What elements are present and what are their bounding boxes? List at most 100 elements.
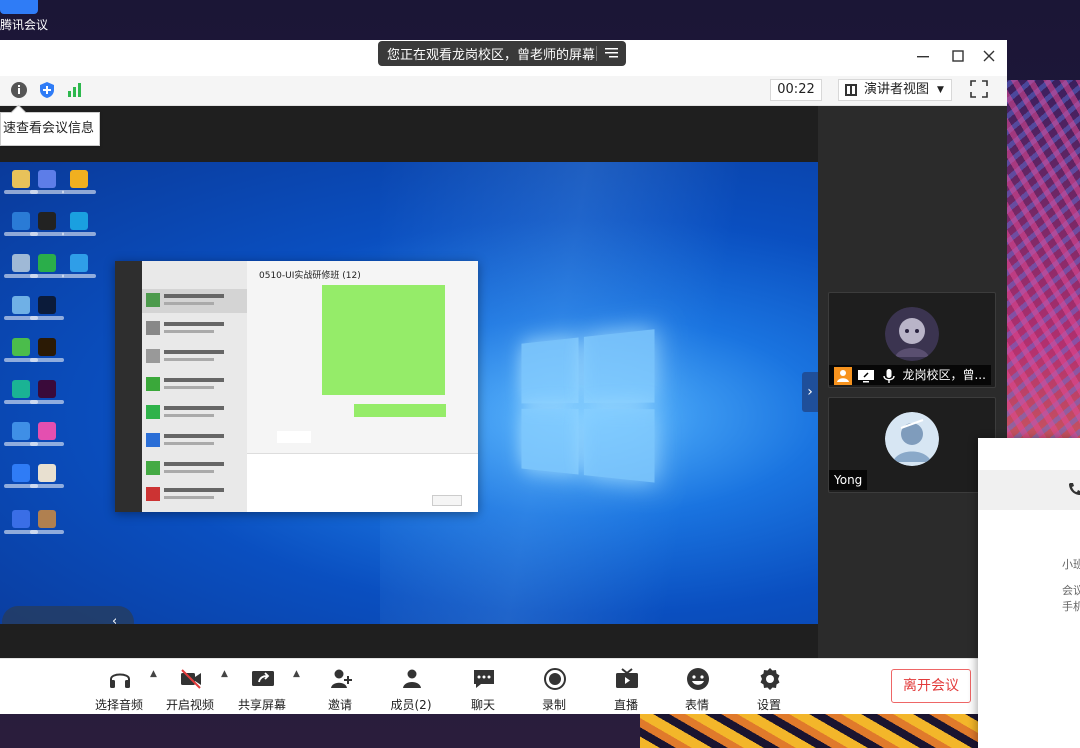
participant-name-bar: 龙岗校区，曾...	[829, 365, 991, 385]
popup-header	[978, 470, 1080, 510]
members-button[interactable]: 成员(2)	[380, 665, 442, 712]
record-button[interactable]: 录制	[523, 665, 585, 712]
collapse-panel-button[interactable]: ›	[802, 372, 818, 412]
banner-text: 您正在观看龙岗校区，曾老师的屏幕	[387, 48, 596, 63]
control-label: 选择音频	[94, 698, 143, 712]
popup-text: 手机	[1062, 600, 1080, 613]
message-bubble	[277, 431, 311, 443]
participant-tile[interactable]: Yong	[828, 397, 996, 493]
list-item[interactable]	[142, 483, 247, 507]
shared-screen: 0510-UI实战研修班 (12) ‹	[0, 162, 818, 624]
avatar	[885, 307, 939, 361]
security-shield-icon[interactable]	[37, 80, 57, 100]
desktop-app-label[interactable]: 腾讯会议	[0, 16, 48, 33]
meeting-controls: 选择音频 ▲ 开启视频 ▲ 共享屏幕 ▲ 邀请 成员(2) 聊天 录制 直播 表…	[0, 658, 1007, 714]
chat-app-window[interactable]: 0510-UI实战研修班 (12)	[115, 261, 478, 512]
screen-share-icon	[857, 370, 874, 383]
desktop-shortcut-icon[interactable]	[30, 422, 64, 460]
list-item[interactable]	[142, 457, 247, 481]
desktop-shortcut-icon[interactable]	[30, 380, 64, 418]
camera-off-icon	[181, 669, 201, 689]
message-bubble	[354, 404, 446, 417]
sharing-banner: 您正在观看龙岗校区，曾老师的屏幕	[378, 41, 626, 66]
select-audio-button[interactable]: 选择音频	[88, 665, 150, 712]
view-label: 演讲者视图	[864, 82, 930, 97]
live-button[interactable]: 直播	[595, 665, 657, 712]
participant-name-bar: Yong	[829, 470, 868, 490]
chat-title: 0510-UI实战研修班 (12)	[259, 271, 361, 281]
fullscreen-icon[interactable]	[970, 80, 988, 98]
signal-icon[interactable]	[65, 80, 85, 100]
banner-divider	[596, 46, 597, 61]
maximize-icon[interactable]	[951, 49, 965, 63]
desktop-shortcut-icon[interactable]	[30, 296, 64, 334]
chat-icon	[474, 670, 494, 688]
chat-list	[142, 261, 247, 512]
meeting-window: 您正在观看龙岗校区，曾老师的屏幕 00:22 演讲者视图 ▼ 0510-UI实战…	[0, 40, 1007, 714]
tencent-meeting-desktop-icon[interactable]	[0, 0, 38, 14]
microphone-icon	[882, 369, 895, 383]
audio-options-caret-icon[interactable]: ▲	[150, 669, 157, 679]
participant-tile[interactable]: 龙岗校区，曾...	[828, 292, 996, 388]
list-item[interactable]	[142, 289, 247, 313]
control-label: 直播	[613, 698, 638, 712]
share-options-caret-icon[interactable]: ▲	[293, 669, 300, 679]
chevron-left-icon[interactable]: ‹	[112, 614, 117, 624]
desktop-shortcut-icon[interactable]	[30, 464, 64, 502]
message-bubble	[322, 285, 445, 395]
send-button[interactable]	[432, 495, 462, 506]
desktop-shortcut-icon[interactable]	[30, 170, 64, 208]
desktop-shortcut-icon[interactable]	[30, 254, 64, 292]
control-label: 成员(2)	[390, 698, 432, 712]
invite-icon	[331, 669, 352, 688]
record-icon	[544, 668, 566, 690]
layout-icon	[845, 84, 857, 96]
desktop-shortcut-icon[interactable]	[62, 254, 96, 292]
chat-input-area[interactable]	[247, 453, 478, 512]
control-label: 聊天	[470, 698, 495, 712]
headset-icon	[110, 673, 130, 688]
host-icon	[834, 367, 852, 385]
list-item[interactable]	[142, 429, 247, 453]
list-item[interactable]	[142, 317, 247, 341]
video-options-caret-icon[interactable]: ▲	[221, 669, 228, 679]
desktop-shortcut-icon[interactable]	[62, 212, 96, 250]
meeting-toolbar: 00:22 演讲者视图 ▼	[0, 76, 1007, 106]
popup-text: 会议	[1062, 584, 1080, 597]
control-label: 录制	[541, 698, 566, 712]
leave-meeting-button[interactable]: 离开会议	[891, 669, 971, 703]
speaker-view-dropdown[interactable]: 演讲者视图 ▼	[838, 79, 952, 101]
chat-app-sidebar	[115, 261, 142, 512]
live-icon	[616, 668, 638, 688]
participant-name: 龙岗校区，曾...	[902, 368, 986, 382]
shared-screen-stage: 0510-UI实战研修班 (12) ‹	[0, 106, 818, 658]
meeting-info-tooltip: 速查看会议信息	[0, 112, 100, 146]
settings-button[interactable]: 设置	[738, 665, 800, 712]
list-item[interactable]	[142, 373, 247, 397]
chat-button[interactable]: 聊天	[452, 665, 514, 712]
desktop-shortcut-icon[interactable]	[30, 338, 64, 376]
meeting-timer: 00:22	[770, 79, 822, 101]
desktop-shortcut-icon[interactable]	[30, 510, 64, 548]
menu-icon[interactable]	[605, 47, 618, 59]
close-icon[interactable]	[982, 49, 996, 63]
emoji-button[interactable]: 表情	[666, 665, 728, 712]
desktop-shortcut-icon[interactable]	[30, 212, 64, 250]
share-screen-button[interactable]: 共享屏幕	[231, 665, 293, 712]
caret-down-icon: ▼	[937, 85, 944, 95]
control-label: 邀请	[327, 698, 352, 712]
side-popup-panel[interactable]: 小⁠班 会议 手机	[978, 438, 1080, 748]
phone-icon[interactable]	[1068, 482, 1080, 496]
list-item[interactable]	[142, 345, 247, 369]
chat-conversation: 0510-UI实战研修班 (12)	[247, 261, 478, 512]
start-video-button[interactable]: 开启视频	[159, 665, 221, 712]
list-item[interactable]	[142, 401, 247, 425]
info-icon[interactable]	[9, 80, 29, 100]
windows-logo	[521, 329, 659, 486]
desktop-shortcut-icon[interactable]	[62, 170, 96, 208]
floating-share-toolbar[interactable]: ‹	[2, 606, 134, 624]
invite-button[interactable]: 邀请	[309, 665, 371, 712]
control-label: 共享屏幕	[237, 698, 286, 712]
minimize-icon[interactable]	[916, 49, 930, 63]
participant-name: Yong	[834, 473, 863, 487]
